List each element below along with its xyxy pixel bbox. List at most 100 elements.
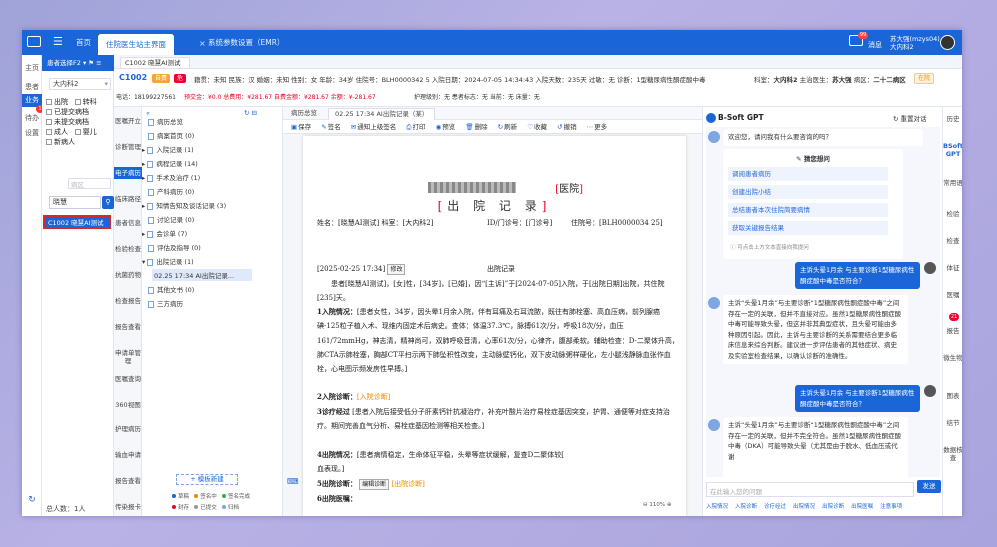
nav-patients[interactable]: 患者 bbox=[22, 82, 42, 92]
patient-list-item[interactable]: C1002 晓慧AI测试 bbox=[43, 215, 111, 229]
tree-item[interactable]: 评估及指导 (0) bbox=[148, 242, 201, 252]
admission-diagnosis[interactable]: 2入院诊断：[入院诊断] bbox=[317, 390, 679, 404]
send-button[interactable]: 发送 bbox=[917, 480, 941, 493]
patient-selector[interactable]: 患者选择F2 ▾ ⚑ ≡ bbox=[42, 55, 114, 71]
rside-microbe[interactable]: 微生物 bbox=[943, 354, 962, 362]
tree-item[interactable]: ▸ 手术及治疗 (1) bbox=[142, 172, 200, 182]
quick-discharge-diagnosis[interactable]: 出院诊断 bbox=[822, 504, 844, 510]
rside-report[interactable]: 报告 bbox=[943, 327, 962, 335]
undo-button[interactable]: ↺撤销 bbox=[557, 123, 576, 131]
intro-paragraph[interactable]: 患者[晓慧AI测试]，[女]性，[34岁]，[已婚]，因“[主诉]”于[2024… bbox=[317, 277, 679, 306]
sidebar-item-pathway[interactable]: 临床路径 bbox=[114, 195, 142, 203]
tab-discharge-record[interactable]: 02.25 17:34 AI出院记录（某） bbox=[328, 108, 436, 120]
tree-item[interactable]: 三方病历 bbox=[148, 298, 183, 308]
cb-infant[interactable]: 婴儿 bbox=[83, 128, 97, 136]
tree-item[interactable]: ▾ 出院记录 (1) bbox=[142, 256, 194, 266]
tab-inpatient-station[interactable]: 住院医生站主界面 bbox=[98, 34, 174, 55]
suggestion-item[interactable]: 创建出院小结 bbox=[728, 185, 888, 199]
tree-item[interactable]: 病历总览 bbox=[148, 116, 183, 126]
save-button[interactable]: ▣保存 bbox=[291, 123, 311, 131]
sidebar-item-orders[interactable]: 医嘱开立 bbox=[114, 117, 142, 125]
close-tab-icon[interactable]: × bbox=[199, 39, 206, 48]
treatment-course[interactable]: 3诊疗经过 [患者入院后接受低分子肝素钙针抗凝治疗，补充叶酸片治疗易栓症基因突变… bbox=[317, 405, 679, 434]
tab-home[interactable]: 首页 bbox=[76, 37, 91, 48]
rside-exam[interactable]: 检查 bbox=[943, 237, 962, 245]
chat-input[interactable]: 在此输入您的问题 bbox=[706, 482, 914, 497]
patient-tab[interactable]: C1002 晓慧AI测试 bbox=[120, 57, 190, 69]
tree-item[interactable]: ▸ 会诊单 (7) bbox=[142, 228, 187, 238]
modify-button[interactable]: 修改 bbox=[387, 264, 406, 275]
rside-vitals[interactable]: 体征 bbox=[943, 264, 962, 272]
tree-item[interactable]: 其他文书 (0) bbox=[148, 284, 194, 294]
more-button[interactable]: ⋯更多 bbox=[587, 123, 608, 131]
rside-history[interactable]: 历史 bbox=[943, 115, 962, 123]
ward-select[interactable]: 病区 bbox=[68, 178, 111, 189]
suggestion-item[interactable]: 总结患者本次住院简要病情 bbox=[728, 203, 888, 217]
new-template-button[interactable]: + 模板新建 bbox=[176, 474, 238, 485]
quick-discharge-status[interactable]: 出院情况 bbox=[793, 504, 815, 510]
sidebar-item-report-view-2[interactable]: 报告查看 bbox=[114, 477, 142, 485]
tree-item[interactable]: 产科病历 (0) bbox=[148, 186, 194, 196]
tree-refresh-icon[interactable]: ↻ ⊟ bbox=[244, 109, 257, 117]
sidebar-item-order-query[interactable]: 医嘱查询 bbox=[114, 375, 142, 383]
sidebar-item-antibiotics[interactable]: 抗菌药物 bbox=[114, 271, 142, 279]
rside-orders[interactable]: 医嘱 bbox=[943, 291, 962, 299]
tree-item[interactable]: 讨论记录 (0) bbox=[148, 214, 194, 224]
sidebar-item-emr[interactable]: 电子病历 bbox=[114, 167, 142, 179]
rside-charts[interactable]: 图表 bbox=[943, 392, 962, 400]
avatar[interactable] bbox=[940, 35, 955, 50]
admission-status[interactable]: 1入院情况：[患者女性，34岁，因头晕1月余入院，伴有耳痛及右耳流脓，既往有肺栓… bbox=[317, 305, 679, 376]
cb-new-patient[interactable]: 新病人 bbox=[54, 138, 75, 146]
discharge-orders[interactable]: 6出院医嘱： bbox=[317, 492, 679, 506]
refresh-icon[interactable]: ↻ bbox=[22, 495, 42, 505]
tab-record-overview[interactable]: 病历总览 bbox=[285, 108, 323, 120]
nav-home[interactable]: 主页 bbox=[22, 63, 42, 73]
sidebar-item-report-view[interactable]: 报告查看 bbox=[114, 323, 142, 331]
sidebar-item-patient-info[interactable]: 患者信息 bbox=[114, 219, 142, 227]
rside-gpt[interactable]: BSoft GPT bbox=[943, 142, 962, 158]
cb-adult[interactable]: 成人 bbox=[54, 128, 68, 136]
cb-not-submitted[interactable]: 未提交病档 bbox=[54, 118, 89, 126]
record-date[interactable]: [2025-02-25 17:34] bbox=[317, 265, 385, 273]
zoom-in-icon[interactable]: ⊕ bbox=[667, 502, 672, 508]
rside-data-check[interactable]: 数据核查 bbox=[943, 446, 962, 462]
sign-button[interactable]: ✎签名 bbox=[321, 123, 340, 131]
rside-lab[interactable]: 检验 bbox=[943, 210, 962, 218]
cb-transfer[interactable]: 转科 bbox=[83, 98, 97, 106]
delete-button[interactable]: 🗑删除 bbox=[465, 123, 487, 131]
quick-notes[interactable]: 注意事项 bbox=[880, 504, 902, 510]
dept-select[interactable]: 大内科2 ▾ bbox=[49, 78, 111, 90]
quick-admission-status[interactable]: 入院情况 bbox=[706, 504, 728, 510]
search-input[interactable]: 晓慧 bbox=[49, 196, 101, 209]
discharge-diagnosis[interactable]: 5出院诊断： 编辑诊断 [出院诊断] bbox=[317, 477, 679, 491]
sidebar-item-infection[interactable]: 传染报卡 bbox=[114, 503, 142, 511]
suggestion-item[interactable]: 获取关键报告结果 bbox=[728, 221, 888, 235]
tree-item[interactable]: ▸ 知情告知及谈话记录 (3) bbox=[142, 200, 226, 210]
refresh-button[interactable]: ↻刷新 bbox=[498, 123, 517, 131]
quick-treatment[interactable]: 诊疗经过 bbox=[764, 504, 786, 510]
nav-settings[interactable]: 设置 bbox=[22, 128, 42, 138]
rside-phrases[interactable]: 常用语 bbox=[943, 179, 962, 187]
reset-chat-button[interactable]: ↻ 重置对话 bbox=[893, 113, 927, 123]
zoom-out-icon[interactable]: ⊖ bbox=[643, 502, 648, 508]
print-button[interactable]: ⎙打印 bbox=[406, 123, 425, 131]
tree-item[interactable]: ▸ 入院记录 (1) bbox=[142, 144, 194, 154]
name-field[interactable]: 姓名：[晓慧AI测试] 科室：[大内科2] bbox=[317, 219, 433, 227]
search-icon[interactable]: ⚲ bbox=[102, 196, 114, 209]
cb-discharged[interactable]: 出院 bbox=[54, 98, 68, 106]
menu-icon[interactable]: ☰ bbox=[53, 36, 63, 47]
sidebar-item-requests[interactable]: 申请单管理 bbox=[114, 349, 142, 365]
tree-item[interactable]: ▸ 病程记录 (14) bbox=[142, 158, 198, 168]
sidebar-item-exam-report[interactable]: 检查报告 bbox=[114, 297, 142, 305]
cb-submitted[interactable]: 已提交病档 bbox=[54, 108, 89, 116]
tab-emr-settings[interactable]: 系统参数设置（EMR） bbox=[208, 37, 284, 48]
nav-todo[interactable]: 待办 bbox=[22, 113, 42, 123]
rside-nodules[interactable]: 结节 bbox=[943, 419, 962, 427]
tree-item[interactable]: 病案首页 (0) bbox=[148, 130, 194, 140]
id-field[interactable]: ID/门诊号：[门诊号] bbox=[487, 216, 552, 230]
tree-item-selected[interactable]: 02.25 17:34 AI出院记录... bbox=[152, 269, 252, 281]
suggestion-item[interactable]: 调阅患者病历 bbox=[728, 167, 888, 181]
document-page[interactable]: [医院] [出 院 记 录] 姓名：[晓慧AI测试] 科室：[大内科2] ID/门… bbox=[303, 136, 686, 516]
sidebar-item-transfusion[interactable]: 输血申请 bbox=[114, 451, 142, 459]
messages-label[interactable]: 消息 bbox=[868, 40, 882, 50]
